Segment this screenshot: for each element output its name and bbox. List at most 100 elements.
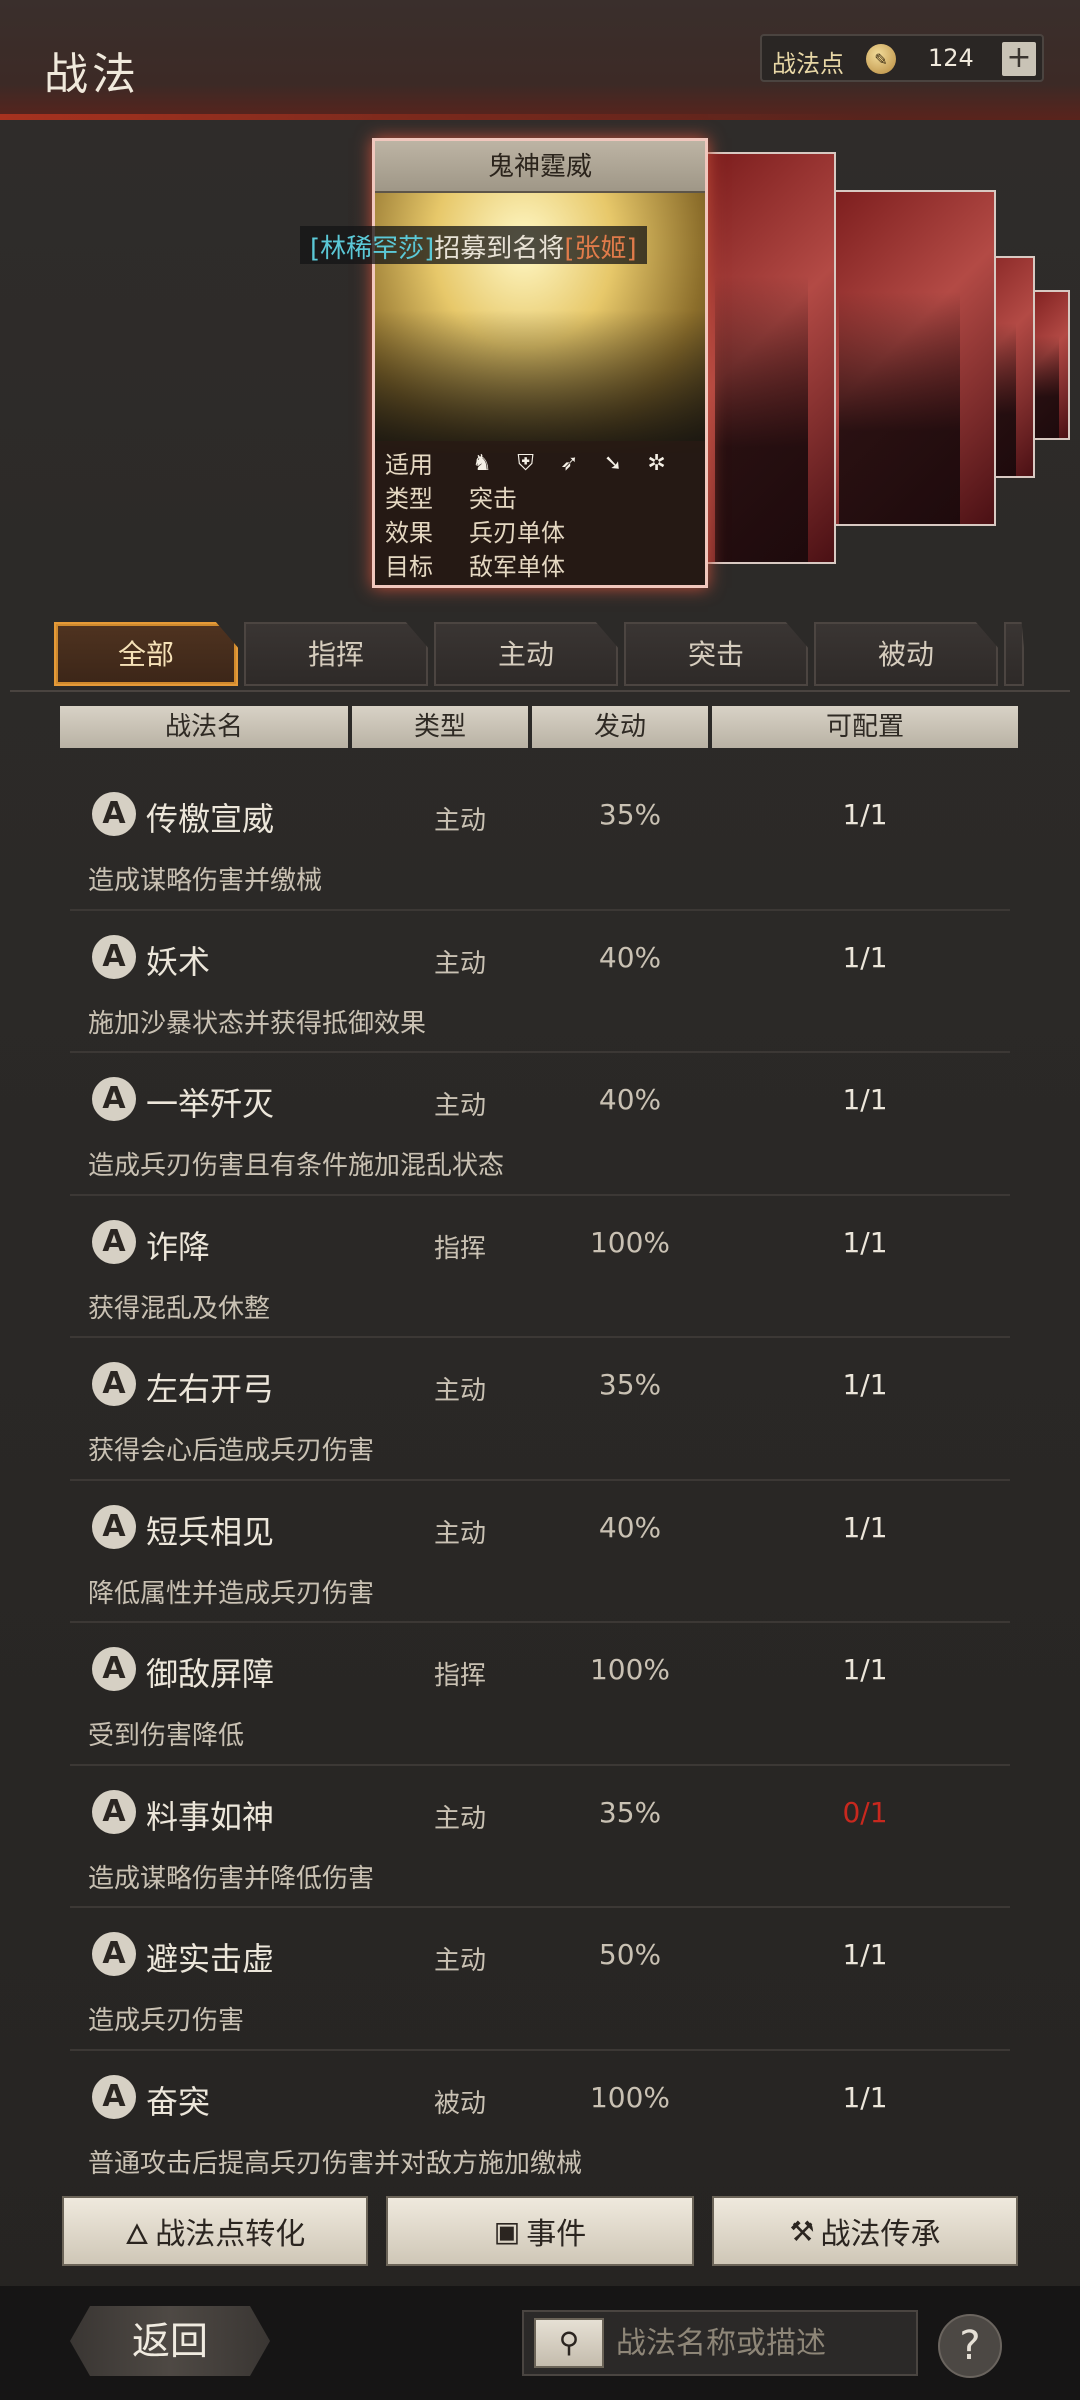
card-info: 适用 ♞ ⛨ ➶ ➘ ✲ 类型 突击 效果 兵刃单体 目标 敌军单体 bbox=[375, 441, 705, 585]
grade-badge: A bbox=[92, 2074, 136, 2119]
filter-tabs: 全部 指挥 主动 突击 被动 bbox=[54, 622, 1030, 688]
tab-more[interactable] bbox=[1004, 622, 1024, 686]
search-input[interactable] bbox=[616, 2320, 906, 2366]
shield-icon: ⛨ bbox=[517, 450, 534, 476]
list-item[interactable]: A 诈降 指挥 100% 1/1 获得混乱及休整 bbox=[70, 1196, 1010, 1338]
column-type[interactable]: 类型 bbox=[352, 706, 528, 748]
recruit-broadcast: [林稀罕莎]招募到名将[张姬] bbox=[300, 226, 647, 264]
tactic-points-value: 124 bbox=[928, 44, 974, 72]
search-box: ⚲ bbox=[522, 2310, 918, 2376]
action-bar: 🜂 战法点转化 ▣ 事件 ⚒ 战法传承 bbox=[0, 2190, 1080, 2280]
card-tactic-name: 鬼神霆威 bbox=[375, 141, 705, 193]
back-card-3[interactable] bbox=[820, 190, 996, 526]
tab-all[interactable]: 全部 bbox=[54, 622, 238, 686]
grade-badge: A bbox=[92, 1219, 136, 1264]
selected-tactic-card[interactable]: 鬼神霆威 适用 ♞ ⛨ ➶ ➘ ✲ 类型 突击 效果 兵刃单体 目标 敌军单体 bbox=[372, 138, 708, 588]
tactic-description: 获得混乱及休整 bbox=[88, 1293, 271, 1324]
column-name[interactable]: 战法名 bbox=[60, 706, 348, 748]
list-item[interactable]: A 一举歼灭 主动 40% 1/1 造成兵刃伤害且有条件施加混乱状态 bbox=[70, 1053, 1010, 1196]
tactic-name: 一举歼灭 bbox=[146, 1085, 275, 1123]
tactic-config: 1/1 bbox=[842, 1368, 888, 1401]
tactic-config: 1/1 bbox=[842, 2080, 888, 2114]
grade-badge: A bbox=[92, 1504, 136, 1549]
card-info-type: 类型 突击 bbox=[385, 484, 517, 513]
list-item[interactable]: A 传檄宣威 主动 35% 1/1 造成谋略伤害并缴械 bbox=[70, 768, 1010, 911]
card-info-applicable: 适用 ♞ ⛨ ➶ ➘ ✲ bbox=[385, 445, 695, 479]
tactic-description: 施加沙暴状态并获得抵御效果 bbox=[88, 1008, 427, 1039]
back-card-2[interactable] bbox=[700, 152, 836, 564]
tactic-name: 诈降 bbox=[146, 1227, 211, 1266]
search-icon[interactable]: ⚲ bbox=[534, 2318, 604, 2368]
list-item[interactable]: A 御敌屏障 指挥 100% 1/1 受到伤害降低 bbox=[70, 1623, 1010, 1766]
grade-badge: A bbox=[92, 1077, 136, 1121]
grade-badge: A bbox=[92, 792, 136, 836]
tactic-list: A 传檄宣威 主动 35% 1/1 造成谋略伤害并缴械 A 妖术 主动 40% … bbox=[70, 768, 1010, 2193]
grade-badge: A bbox=[92, 934, 136, 979]
tactic-config: 1/1 bbox=[842, 798, 888, 831]
grade-badge: A bbox=[92, 1647, 136, 1691]
tactic-name: 御敌屏障 bbox=[146, 1655, 275, 1693]
tactic-type: 主动 bbox=[433, 1376, 486, 1406]
card-info-target: 目标 敌军单体 bbox=[385, 552, 565, 581]
footer-bar: 返回 ⚲ ? bbox=[0, 2286, 1080, 2400]
tactic-config: 1/1 bbox=[842, 1510, 888, 1544]
tactic-description: 造成兵刃伤害 bbox=[88, 2006, 245, 2036]
broadcast-general-name: [张姬] bbox=[564, 234, 637, 264]
cavalry-icon: ♞ bbox=[472, 450, 492, 476]
grade-badge: A bbox=[92, 1789, 136, 1834]
tab-active[interactable]: 主动 bbox=[434, 622, 618, 686]
column-rate[interactable]: 发动 bbox=[532, 706, 708, 748]
tactic-name: 短兵相见 bbox=[146, 1512, 275, 1551]
tactic-type: 指挥 bbox=[433, 1233, 486, 1264]
tactic-type: 主动 bbox=[433, 948, 486, 979]
tactic-name: 避实击虚 bbox=[146, 1940, 275, 1978]
back-button[interactable]: 返回 bbox=[70, 2306, 270, 2376]
tactic-rate: 40% bbox=[598, 940, 662, 974]
flame-icon: 🜂 bbox=[124, 2217, 150, 2251]
bow-icon: ➶ bbox=[560, 450, 579, 476]
tactic-config: 1/1 bbox=[842, 1653, 888, 1686]
tab-command[interactable]: 指挥 bbox=[244, 622, 428, 686]
list-item[interactable]: A 左右开弓 主动 35% 1/1 获得会心后造成兵刃伤害 bbox=[70, 1338, 1010, 1481]
tactic-description: 造成谋略伤害并缴械 bbox=[88, 866, 323, 896]
tab-passive[interactable]: 被动 bbox=[814, 622, 998, 686]
tactic-rate: 100% bbox=[589, 1653, 671, 1686]
tactic-config: 1/1 bbox=[842, 940, 888, 974]
help-button[interactable]: ? bbox=[938, 2314, 1002, 2378]
tactics-page: 战法 战法点 ✎ 124 + 鬼神霆威 适用 ♞ ⛨ ➶ ➘ ✲ 类型 突击 效… bbox=[0, 0, 1080, 2400]
tactic-name: 妖术 bbox=[146, 942, 211, 981]
tactic-name: 传檄宣威 bbox=[146, 800, 275, 838]
list-item[interactable]: A 短兵相见 主动 40% 1/1 降低属性并造成兵刃伤害 bbox=[70, 1481, 1010, 1623]
add-points-button[interactable]: + bbox=[1002, 42, 1036, 76]
list-item[interactable]: A 避实击虚 主动 50% 1/1 造成兵刃伤害 bbox=[70, 1908, 1010, 2051]
convert-points-button[interactable]: 🜂 战法点转化 bbox=[62, 2196, 368, 2266]
list-item[interactable]: A 妖术 主动 40% 1/1 施加沙暴状态并获得抵御效果 bbox=[70, 911, 1010, 1053]
hammer-icon: ⚒ bbox=[789, 2214, 815, 2248]
tactic-rate: 100% bbox=[589, 1225, 671, 1259]
tactic-type: 主动 bbox=[433, 806, 486, 836]
tactic-type: 主动 bbox=[433, 1518, 486, 1549]
inherit-button[interactable]: ⚒ 战法传承 bbox=[712, 2196, 1018, 2266]
tactic-rate: 35% bbox=[598, 1368, 662, 1401]
tactic-description: 造成兵刃伤害且有条件施加混乱状态 bbox=[88, 1151, 505, 1181]
tactic-description: 造成谋略伤害并降低伤害 bbox=[88, 1863, 375, 1894]
list-item[interactable]: A 料事如神 主动 35% 0/1 造成谋略伤害并降低伤害 bbox=[70, 1766, 1010, 1908]
tactic-type: 主动 bbox=[433, 1946, 486, 1976]
tactic-description: 降低属性并造成兵刃伤害 bbox=[88, 1578, 375, 1609]
spear-icon: ➘ bbox=[603, 450, 623, 476]
page-title: 战法 bbox=[44, 49, 140, 100]
tactic-rate: 100% bbox=[589, 2080, 671, 2114]
coin-icon: ✎ bbox=[866, 44, 896, 74]
tab-assault[interactable]: 突击 bbox=[624, 622, 808, 686]
list-item[interactable]: A 奋突 被动 100% 1/1 普通攻击后提高兵刃伤害并对敌方施加缴械 bbox=[70, 2051, 1010, 2194]
header-bar: 战法 战法点 ✎ 124 + bbox=[0, 0, 1080, 120]
tactic-name: 奋突 bbox=[146, 2082, 211, 2121]
wheel-icon: ✲ bbox=[647, 450, 666, 476]
card-info-effect: 效果 兵刃单体 bbox=[385, 518, 565, 547]
tactic-description: 普通攻击后提高兵刃伤害并对敌方施加缴械 bbox=[88, 2148, 583, 2179]
tactic-rate: 35% bbox=[598, 1795, 662, 1829]
tactic-rate: 50% bbox=[598, 1938, 662, 1971]
tactic-type: 被动 bbox=[433, 2088, 486, 2119]
column-config[interactable]: 可配置 bbox=[712, 706, 1018, 748]
event-button[interactable]: ▣ 事件 bbox=[386, 2196, 694, 2266]
